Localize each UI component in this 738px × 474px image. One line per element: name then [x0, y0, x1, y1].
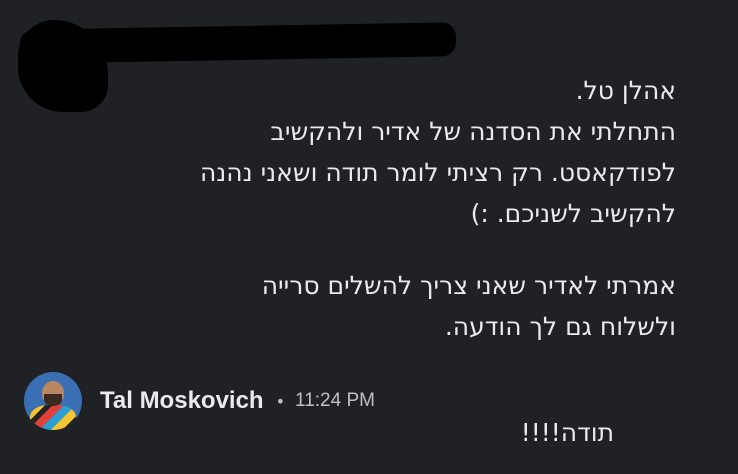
- avatar[interactable]: [24, 372, 82, 430]
- avatar-shirt: [30, 405, 76, 430]
- avatar-beard: [44, 394, 62, 406]
- separator-dot: •: [275, 391, 286, 411]
- reply-header: Tal Moskovich • 11:24 PM: [24, 372, 375, 430]
- message-paragraph-1: אהלן טל. התחלתי את הסדנה של אדיר ולהקשיב…: [200, 70, 676, 234]
- author-name[interactable]: Tal Moskovich: [100, 387, 264, 415]
- message-line: ולשלוח גם לך הודעה.: [444, 312, 676, 341]
- message-line: להקשיב לשניכם. :): [470, 199, 676, 228]
- message-paragraph-2: אמרתי לאדיר שאני צריך להשלים סרייה ולשלו…: [262, 265, 676, 347]
- timestamp: 11:24 PM: [295, 390, 375, 411]
- message-line: התחלתי את הסדנה של אדיר ולהקשיב: [270, 117, 676, 146]
- message-line: לפודקאסט. רק רציתי לומר תודה ושאני נהנה: [199, 158, 676, 187]
- message-line: אהלן טל.: [575, 76, 676, 105]
- reply-text: תודה!!!!: [520, 418, 614, 447]
- message-line: אמרתי לאדיר שאני צריך להשלים סרייה: [261, 271, 676, 300]
